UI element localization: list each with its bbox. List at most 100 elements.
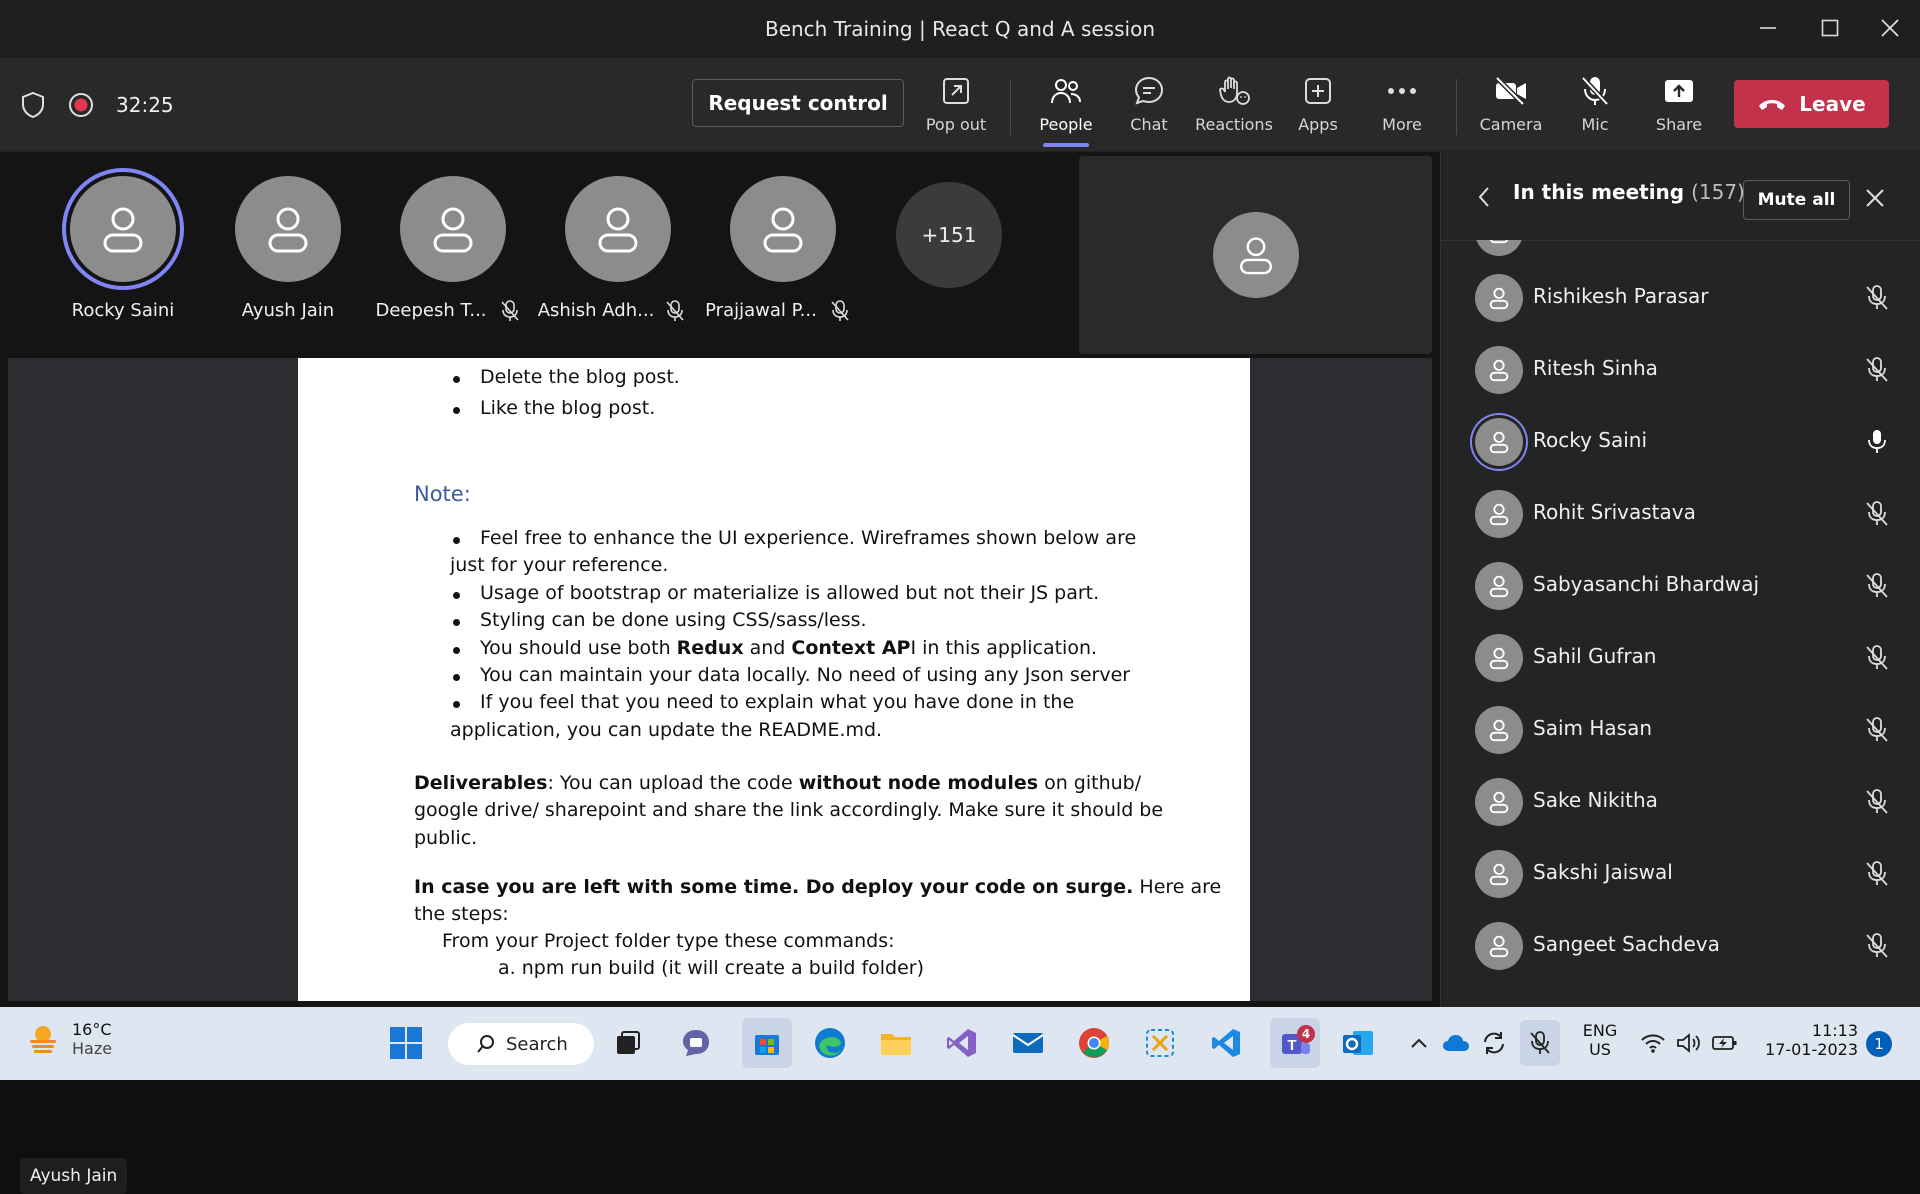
- self-video-tile[interactable]: [1079, 156, 1432, 354]
- mail-icon: [1012, 1033, 1044, 1053]
- chevron-left-icon[interactable]: [1477, 186, 1491, 208]
- reactions-button[interactable]: Reactions: [1195, 73, 1273, 143]
- gallery-tile[interactable]: Ashish Adh...: [538, 176, 693, 336]
- camera-button[interactable]: Camera: [1472, 73, 1550, 143]
- start-button[interactable]: [384, 1021, 428, 1065]
- close-window-button[interactable]: [1868, 10, 1912, 46]
- list-item[interactable]: Sakshi Jaiswal: [1441, 838, 1920, 910]
- mic-label: Mic: [1581, 115, 1609, 134]
- share-screen-icon: [1665, 80, 1693, 102]
- file-explorer-button[interactable]: [874, 1021, 918, 1065]
- outlook-app-button[interactable]: [1336, 1021, 1380, 1065]
- chat-app-button[interactable]: [674, 1021, 718, 1065]
- taskbar-search[interactable]: Search: [448, 1023, 594, 1065]
- chrome-app-button[interactable]: [1072, 1021, 1116, 1065]
- mic-off-icon: [666, 300, 684, 321]
- participant-name: Saim Hasan: [1533, 716, 1652, 740]
- people-button[interactable]: People: [1027, 73, 1105, 147]
- more-participants-button[interactable]: +151: [896, 182, 1002, 288]
- gallery-tile[interactable]: Ayush Jain: [213, 176, 363, 336]
- pop-out-button[interactable]: Pop out: [917, 73, 995, 143]
- weather-temp: 16°C: [72, 1020, 112, 1039]
- avatar: [1475, 562, 1523, 610]
- people-label: People: [1039, 115, 1093, 134]
- mic-off-icon: [1581, 76, 1609, 106]
- avatar: [1475, 922, 1523, 970]
- tile-name: Rocky Saini: [71, 300, 175, 321]
- person-icon: [1489, 287, 1509, 310]
- person-icon: [1489, 240, 1509, 244]
- participant-name: Sakshi Jaiswal: [1533, 860, 1673, 884]
- task-view-button[interactable]: [606, 1021, 650, 1065]
- gallery-tile[interactable]: Deepesh T...: [375, 176, 528, 336]
- visual-studio-button[interactable]: [940, 1021, 984, 1065]
- volume-button[interactable]: [1672, 1021, 1706, 1065]
- mic-off-icon: [501, 300, 519, 321]
- tray-overflow-button[interactable]: [1404, 1021, 1434, 1065]
- person-icon: [1489, 647, 1509, 670]
- reactions-icon: [1219, 76, 1250, 105]
- list-item[interactable]: Rohit Srivastava: [1441, 478, 1920, 550]
- input-language[interactable]: ENG US: [1572, 1021, 1628, 1059]
- meeting-timer: 32:25: [116, 93, 174, 117]
- list-item[interactable]: Sangeet Sachdeva: [1441, 910, 1920, 982]
- participant-list[interactable]: Rishikesh Parasar Ritesh Sinha Rocky Sai…: [1441, 240, 1920, 1007]
- leave-label: Leave: [1799, 92, 1866, 116]
- participant-name: Rishikesh Parasar: [1533, 284, 1709, 308]
- mute-all-button[interactable]: Mute all: [1743, 180, 1850, 220]
- store-app-button[interactable]: [742, 1018, 792, 1068]
- list-item[interactable]: Rocky Saini: [1441, 406, 1920, 478]
- teams-app-button[interactable]: T: [1270, 1018, 1320, 1068]
- person-icon: [763, 207, 803, 253]
- onedrive-button[interactable]: [1440, 1021, 1472, 1065]
- share-button[interactable]: Share: [1640, 73, 1718, 143]
- minimize-button[interactable]: [1746, 10, 1790, 46]
- chat-button[interactable]: Chat: [1110, 73, 1188, 143]
- list-item[interactable]: Sake Nikitha: [1441, 766, 1920, 838]
- leave-button[interactable]: Leave: [1734, 80, 1889, 128]
- apps-button[interactable]: Apps: [1279, 73, 1357, 143]
- sync-button[interactable]: [1478, 1021, 1510, 1065]
- list-item[interactable]: Saim Hasan: [1441, 694, 1920, 766]
- edge-browser-icon: [815, 1028, 845, 1058]
- list-item[interactable]: Sabyasanchi Bhardwaj: [1441, 550, 1920, 622]
- clock[interactable]: 11:13 17-01-2023: [1752, 1021, 1858, 1059]
- mic-off-icon: [1866, 573, 1888, 598]
- screen-share-area: Delete the blog post. Like the blog post…: [8, 358, 1432, 1194]
- more-button[interactable]: More: [1363, 73, 1441, 143]
- avatar: [1475, 778, 1523, 826]
- avatar: [70, 176, 176, 282]
- camera-label: Camera: [1479, 115, 1543, 134]
- camera-off-icon: [1495, 76, 1526, 106]
- close-icon[interactable]: [1865, 188, 1885, 208]
- mail-app-button[interactable]: [1006, 1021, 1050, 1065]
- battery-button[interactable]: [1708, 1021, 1742, 1065]
- snipping-tool-button[interactable]: [1138, 1021, 1182, 1065]
- participant-name: Rohit Srivastava: [1533, 500, 1696, 524]
- request-control-button[interactable]: Request control: [692, 79, 904, 127]
- notification-center-badge[interactable]: 1: [1866, 1031, 1892, 1057]
- vscode-app-button[interactable]: [1204, 1021, 1248, 1065]
- gallery-tile[interactable]: Prajjawal P...: [705, 176, 858, 336]
- presenter-name-badge: Ayush Jain: [20, 1158, 128, 1194]
- mic-button[interactable]: Mic: [1556, 73, 1634, 143]
- list-item[interactable]: Rishikesh Parasar: [1441, 262, 1920, 334]
- list-item[interactable]: Sahil Gufran: [1441, 622, 1920, 694]
- svg-text:T: T: [1287, 1037, 1296, 1054]
- edge-app-button[interactable]: [808, 1021, 852, 1065]
- windows-icon: [390, 1027, 422, 1059]
- doc-line: In case you are left with some time. Do …: [414, 876, 1222, 898]
- gallery-tile[interactable]: Rocky Saini: [48, 176, 198, 336]
- snipping-tool-icon: [1146, 1029, 1174, 1057]
- sync-icon: [1484, 1032, 1504, 1054]
- person-icon: [268, 207, 308, 253]
- wifi-button[interactable]: [1636, 1021, 1670, 1065]
- maximize-button[interactable]: [1808, 10, 1852, 46]
- more-label: More: [1382, 115, 1422, 134]
- mic-muted-tray-button[interactable]: [1520, 1020, 1560, 1066]
- weather-widget[interactable]: 16°C Haze: [26, 1020, 112, 1058]
- person-icon: [103, 207, 143, 253]
- list-item[interactable]: Ritesh Sinha: [1441, 334, 1920, 406]
- person-icon: [1489, 503, 1509, 526]
- doc-line: From your Project folder type these comm…: [442, 930, 895, 952]
